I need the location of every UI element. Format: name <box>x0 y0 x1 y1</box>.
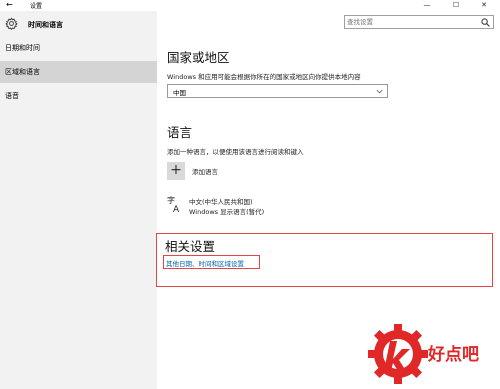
related-heading: 相关设置 <box>165 239 216 254</box>
language-heading: 语言 <box>167 125 193 140</box>
back-arrow-icon[interactable]: ← <box>6 0 13 9</box>
svg-text:A: A <box>173 205 180 213</box>
window-title: 设置 <box>30 3 43 10</box>
region-description: Windows 和应用可能会根据你所在的国家或地区向你提供本地内容 <box>167 73 361 81</box>
region-dropdown[interactable]: 中国 <box>167 84 388 98</box>
add-language-label[interactable]: 添加语言 <box>192 166 218 176</box>
svg-text:字: 字 <box>167 195 175 205</box>
sidebar-item-date-time[interactable]: 日期和时间 <box>0 37 157 59</box>
search-input[interactable] <box>347 17 473 27</box>
sidebar-item-region-language[interactable]: 区域和语言 <box>0 61 157 83</box>
language-icon: 字 A <box>167 195 180 213</box>
add-language-button[interactable]: + <box>167 162 185 180</box>
region-heading: 国家或地区 <box>167 50 230 65</box>
watermark-logo <box>368 324 428 384</box>
gear-icon <box>5 17 18 30</box>
close-button[interactable]: ✕ <box>472 0 496 11</box>
search-box[interactable] <box>344 15 494 29</box>
minimize-button[interactable]: — <box>415 0 439 11</box>
language-entry-name[interactable]: 中文(中华人民共和国) <box>189 196 253 206</box>
language-entry-sub: Windows 显示语言(暂代) <box>189 208 265 216</box>
search-icon[interactable] <box>481 18 490 27</box>
watermark-text: 好点吧 <box>428 345 479 365</box>
maximize-button[interactable]: ☐ <box>444 0 468 11</box>
language-description: 添加一种语言，以便使用该语言进行阅读和键入 <box>167 148 304 156</box>
sidebar-section-title: 时间和语言 <box>28 21 63 29</box>
plus-icon: + <box>170 162 182 178</box>
chevron-down-icon <box>376 89 383 94</box>
title-bar: ← 设置 — ☐ ✕ <box>0 0 500 11</box>
additional-date-time-region-link[interactable]: 其他日期、时间和区域设置 <box>166 258 244 268</box>
sidebar-item-speech[interactable]: 语音 <box>0 85 157 107</box>
region-selected-value: 中国 <box>173 89 186 97</box>
